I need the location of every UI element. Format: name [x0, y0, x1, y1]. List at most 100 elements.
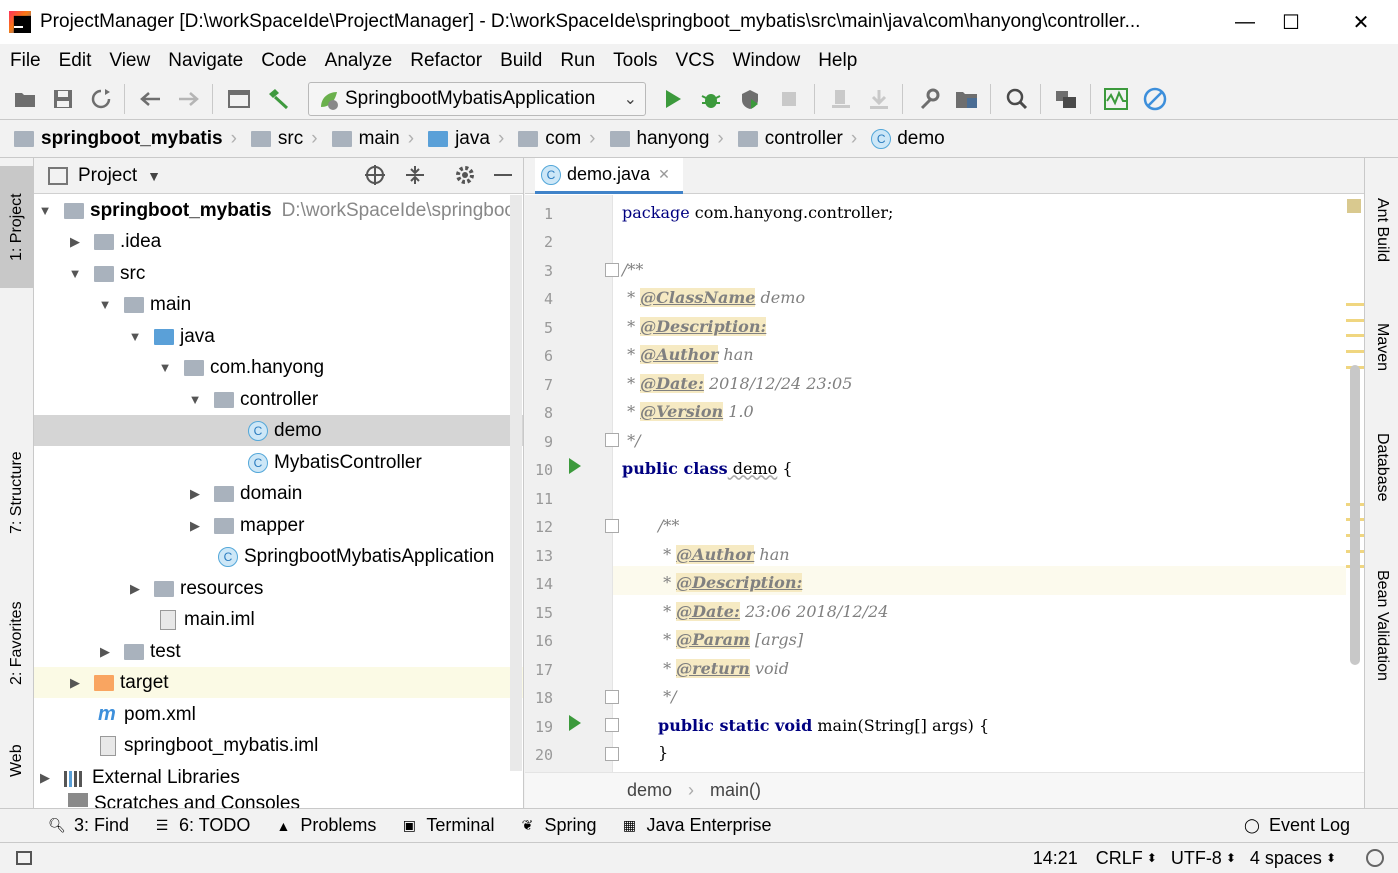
caret-position[interactable]: 14:21 — [1033, 848, 1078, 869]
line-separator-selector[interactable]: CRLF — [1096, 848, 1143, 869]
locate-crosshair-icon[interactable] — [364, 164, 386, 191]
breadcrumb-com[interactable]: com — [518, 128, 581, 150]
tool-tab-favorites[interactable]: 2: Favorites — [0, 578, 34, 708]
tree-node-demo[interactable]: C demo — [34, 415, 523, 446]
tool-tab-java-enterprise[interactable]: ▦ Java Enterprise — [620, 815, 772, 836]
editor-error-stripe[interactable] — [1346, 195, 1364, 772]
menu-code[interactable]: Code — [261, 50, 306, 72]
run-with-coverage-icon[interactable] — [737, 86, 763, 112]
project-panel-title[interactable]: Project — [78, 165, 137, 187]
inspection-status-icon[interactable] — [1347, 199, 1361, 213]
menu-help[interactable]: Help — [818, 50, 857, 72]
tool-tab-database[interactable]: Database — [1365, 412, 1398, 522]
tree-node-main[interactable]: ▼ main — [34, 289, 523, 320]
expand-arrow-icon[interactable]: ▼ — [38, 203, 52, 218]
tree-node-com-hanyong[interactable]: ▼ com.hanyong — [34, 352, 523, 383]
close-button[interactable]: ✕ — [1338, 0, 1384, 44]
sync-icon[interactable] — [88, 86, 114, 112]
vcs-operations-icon[interactable] — [1053, 86, 1079, 112]
menu-analyze[interactable]: Analyze — [325, 50, 393, 72]
menu-window[interactable]: Window — [733, 50, 801, 72]
open-folder-icon[interactable] — [12, 86, 38, 112]
run-gutter-icon[interactable] — [569, 458, 581, 474]
menu-file[interactable]: File — [10, 50, 41, 72]
tool-windows-toggle-icon[interactable] — [16, 851, 32, 865]
collapse-all-icon[interactable] — [404, 164, 426, 191]
project-structure-icon[interactable] — [954, 86, 980, 112]
tree-node-application[interactable]: C SpringbootMybatisApplication — [34, 541, 523, 572]
tree-node-project-iml[interactable]: springboot_mybatis.iml — [34, 730, 523, 761]
expand-arrow-icon[interactable]: ▼ — [68, 266, 82, 281]
editor-tab-demo-java[interactable]: C demo.java ✕ — [535, 158, 683, 194]
run-configuration-select[interactable]: SpringbootMybatisApplication ⌄ — [308, 82, 646, 116]
tool-tab-web[interactable]: Web — [0, 723, 34, 798]
save-icon[interactable] — [50, 86, 76, 112]
breadcrumb-main[interactable]: main — [331, 128, 400, 150]
tree-node-external-libraries[interactable]: ▶ External Libraries — [34, 762, 523, 793]
tool-tab-project[interactable]: 1: Project — [0, 166, 34, 288]
editor-breadcrumb-method[interactable]: main() — [710, 780, 761, 801]
collapse-arrow-icon[interactable]: ▶ — [68, 234, 82, 250]
breadcrumb-java[interactable]: java — [428, 128, 490, 150]
menu-view[interactable]: View — [109, 50, 150, 72]
code-editor[interactable]: package com.hanyong.controller; /** * @C… — [613, 195, 1346, 772]
settings-wrench-icon[interactable] — [916, 86, 942, 112]
breadcrumb-project[interactable]: springboot_mybatis — [14, 128, 223, 150]
tool-tab-event-log[interactable]: ◯ Event Log — [1243, 815, 1350, 836]
gear-icon[interactable] — [454, 164, 476, 191]
collapse-arrow-icon[interactable]: ▶ — [188, 486, 202, 502]
close-tab-icon[interactable]: ✕ — [658, 166, 670, 183]
back-arrow-icon[interactable] — [137, 86, 163, 112]
tree-node-target[interactable]: ▶ target — [34, 667, 523, 698]
activity-monitor-icon[interactable] — [1103, 86, 1129, 112]
menu-vcs[interactable]: VCS — [676, 50, 715, 72]
warning-marker[interactable] — [1346, 334, 1364, 337]
collapse-arrow-icon[interactable]: ▶ — [188, 518, 202, 534]
run-gutter-icon[interactable] — [569, 715, 581, 731]
breadcrumb-src[interactable]: src — [250, 128, 303, 150]
breadcrumb-hanyong[interactable]: hanyong — [609, 128, 709, 150]
tool-tab-structure[interactable]: 7: Structure — [0, 428, 34, 558]
minimize-button[interactable]: — — [1222, 0, 1268, 44]
tree-node-java[interactable]: ▼ java — [34, 321, 523, 352]
update-running-icon[interactable] — [866, 86, 892, 112]
chevron-down-icon[interactable]: ▼ — [147, 168, 161, 184]
hide-panel-icon[interactable] — [494, 174, 512, 176]
menu-run[interactable]: Run — [560, 50, 595, 72]
menu-edit[interactable]: Edit — [59, 50, 92, 72]
maximize-button[interactable]: ☐ — [1268, 0, 1314, 44]
menu-build[interactable]: Build — [500, 50, 542, 72]
tool-tab-bean-validation[interactable]: Bean Validation — [1365, 550, 1398, 700]
editor-breadcrumb-class[interactable]: demo — [627, 780, 672, 801]
tool-tab-todo[interactable]: ☰ 6: TODO — [153, 815, 251, 836]
no-entry-icon[interactable] — [1142, 86, 1168, 112]
tool-tab-problems[interactable]: ▲ Problems — [274, 815, 376, 836]
debug-bug-icon[interactable] — [698, 86, 724, 112]
tree-node-resources[interactable]: ▶ resources — [34, 573, 523, 604]
tree-node-domain[interactable]: ▶ domain — [34, 478, 523, 509]
warning-marker[interactable] — [1346, 303, 1364, 306]
run-icon[interactable] — [660, 86, 686, 112]
tool-tab-spring[interactable]: ❦ Spring — [518, 815, 597, 836]
tree-node-pom-xml[interactable]: m pom.xml — [34, 699, 523, 730]
tree-node-controller[interactable]: ▼ controller — [34, 384, 523, 415]
build-hammer-icon[interactable] — [265, 86, 291, 112]
warning-marker[interactable] — [1346, 319, 1364, 322]
collapse-arrow-icon[interactable]: ▶ — [98, 644, 112, 660]
encoding-selector[interactable]: UTF-8 — [1171, 848, 1222, 869]
tool-tab-maven[interactable]: Maven — [1365, 302, 1398, 392]
tree-node-main-iml[interactable]: main.iml — [34, 604, 523, 635]
editor-scrollbar-thumb[interactable] — [1350, 365, 1360, 665]
menu-refactor[interactable]: Refactor — [410, 50, 482, 72]
menu-tools[interactable]: Tools — [613, 50, 657, 72]
vertical-scrollbar[interactable] — [510, 195, 522, 771]
window-icon[interactable] — [226, 86, 252, 112]
menu-navigate[interactable]: Navigate — [168, 50, 243, 72]
collapse-arrow-icon[interactable]: ▶ — [128, 581, 142, 597]
tool-tab-ant-build[interactable]: Ant Build — [1365, 170, 1398, 290]
breadcrumb-controller[interactable]: controller — [737, 128, 843, 150]
warning-marker[interactable] — [1346, 350, 1364, 353]
memory-indicator-icon[interactable] — [1366, 849, 1384, 867]
tool-tab-terminal[interactable]: ▣ Terminal — [400, 815, 495, 836]
tree-node-idea[interactable]: ▶ .idea — [34, 226, 523, 257]
